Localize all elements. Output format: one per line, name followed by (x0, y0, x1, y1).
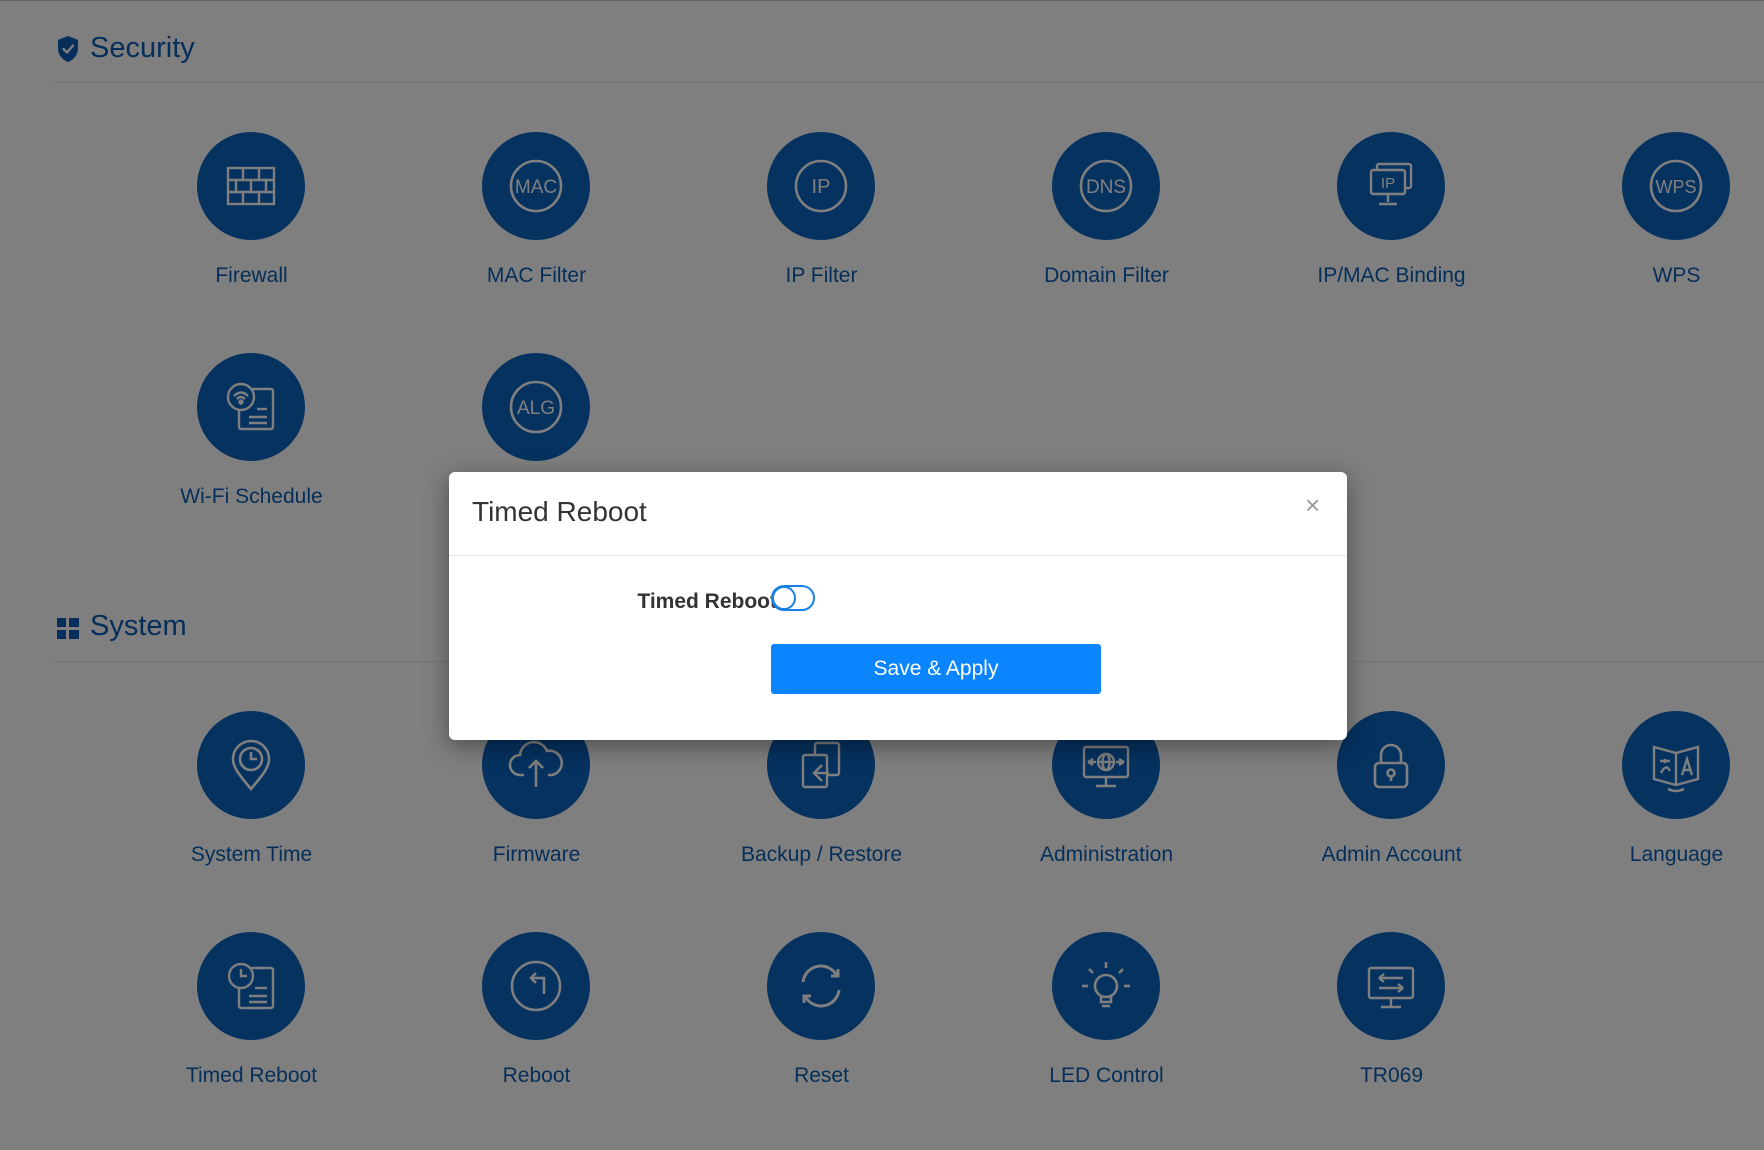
dialog-header: Timed Reboot × (449, 472, 1347, 556)
timed-reboot-dialog: Timed Reboot × Timed Reboot Save & Apply (449, 472, 1347, 740)
close-icon[interactable]: × (1305, 492, 1320, 518)
dialog-title: Timed Reboot (472, 496, 647, 527)
timed-reboot-field-label: Timed Reboot (637, 590, 777, 613)
toggle-knob (772, 586, 796, 610)
timed-reboot-toggle[interactable] (771, 585, 815, 611)
save-apply-button[interactable]: Save & Apply (771, 644, 1101, 694)
